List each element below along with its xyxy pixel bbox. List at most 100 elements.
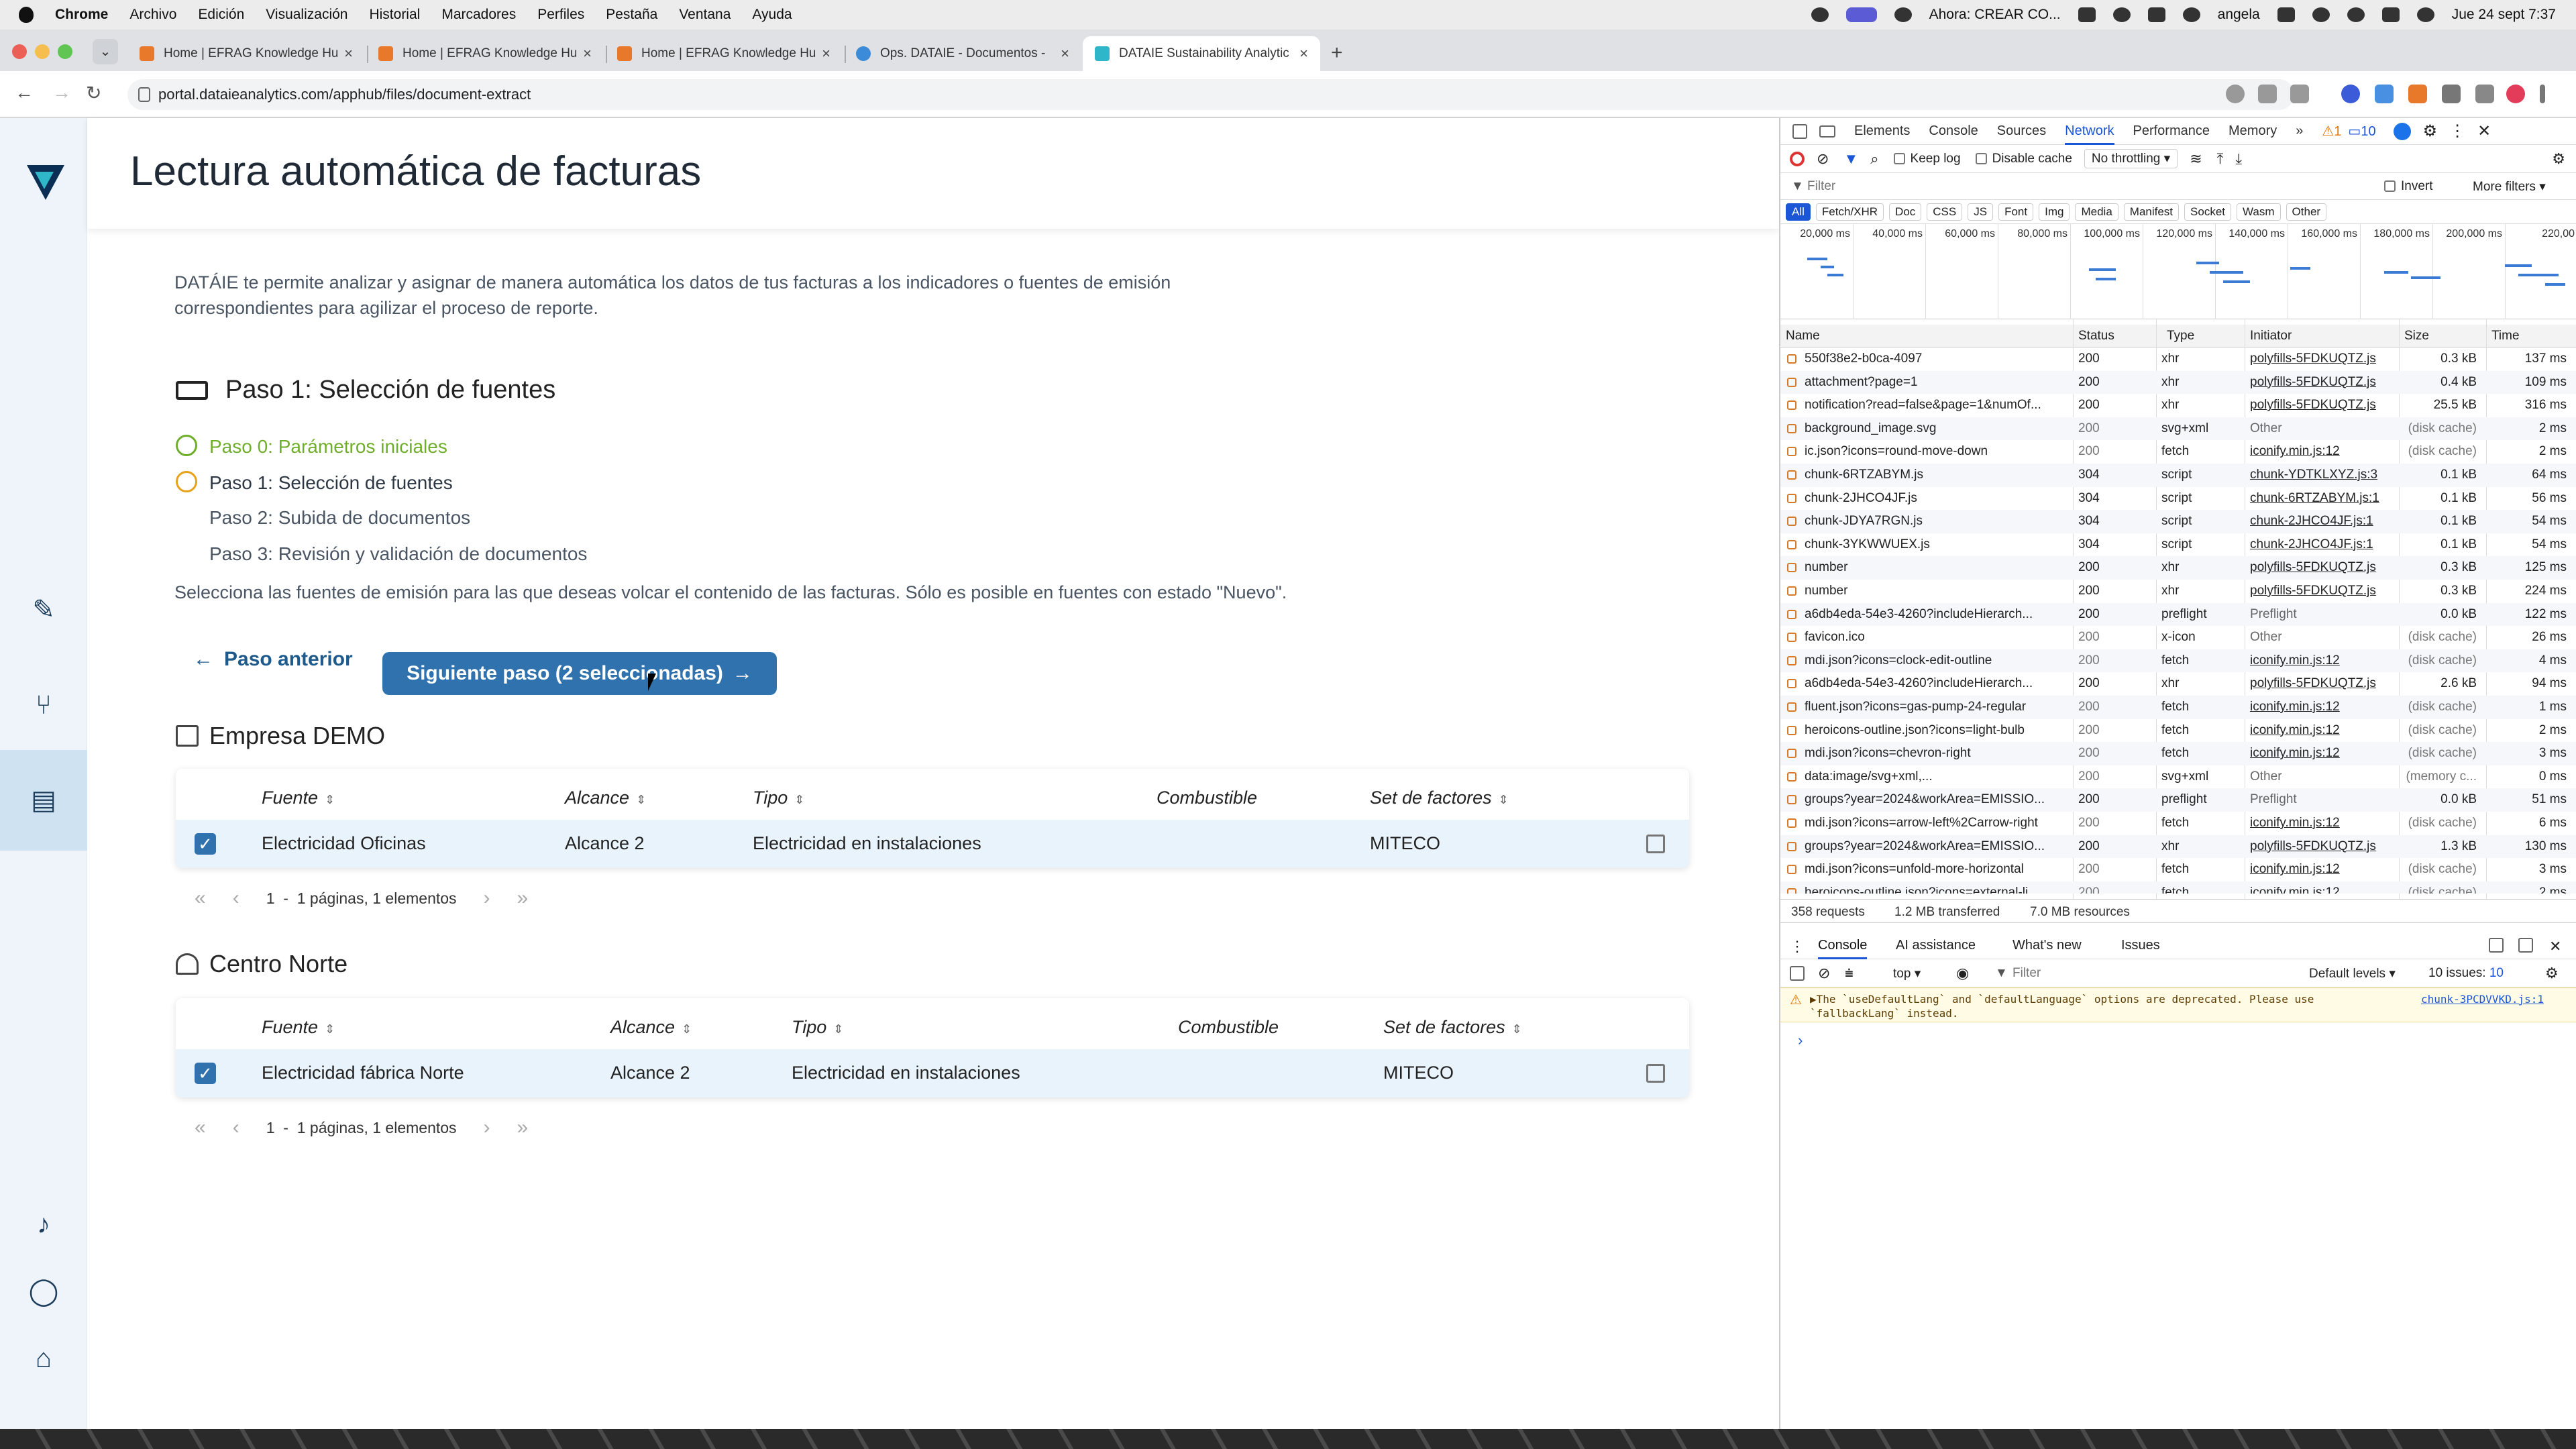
type-filter-js[interactable]: JS: [1968, 203, 1994, 221]
type-filter-doc[interactable]: Doc: [1889, 203, 1922, 221]
site-info-icon[interactable]: [138, 87, 150, 102]
request-initiator[interactable]: iconify.min.js:12: [2250, 444, 2391, 459]
bookmark-star-icon[interactable]: [2290, 85, 2309, 103]
control-center-icon[interactable]: [2347, 7, 2365, 22]
extension-icon[interactable]: [2341, 85, 2360, 103]
disable-cache-checkbox[interactable]: [1975, 152, 1987, 164]
new-tab-button[interactable]: +: [1331, 42, 1343, 64]
col-name[interactable]: Name: [1786, 329, 1820, 343]
unfold-more-icon[interactable]: ⇕: [636, 793, 646, 806]
screen-record-icon[interactable]: [1845, 7, 1877, 22]
network-settings-icon[interactable]: ⚙: [2552, 150, 2565, 168]
menu-archivo[interactable]: Archivo: [129, 7, 176, 23]
tab-memory[interactable]: Memory: [2229, 123, 2277, 139]
filter-funnel-icon[interactable]: ▼: [1843, 150, 1858, 168]
prev-page-icon[interactable]: ‹: [233, 887, 239, 910]
password-key-icon[interactable]: [2258, 85, 2277, 103]
app-tray-icon[interactable]: [2078, 7, 2096, 22]
address-bar[interactable]: portal.dataieanalytics.com/apphub/files/…: [127, 79, 2294, 110]
filter-context-icon[interactable]: ⩧: [1845, 965, 1854, 982]
warning-source-link[interactable]: chunk-3PCDVVKD.js:1: [2421, 992, 2544, 1006]
table-row[interactable]: ✓ Electricidad fábrica Norte Alcance 2 E…: [176, 1049, 1689, 1097]
unfold-more-icon[interactable]: ⇕: [794, 793, 804, 806]
col-status[interactable]: Status: [2078, 329, 2114, 343]
request-initiator[interactable]: chunk-YDTKLXYZ.js:3: [2250, 468, 2391, 482]
request-initiator[interactable]: polyfills-5FDKUQTZ.js: [2250, 676, 2391, 691]
network-request-row[interactable]: attachment?page=1 200 xhr polyfills-5FDKUQT…: [1780, 370, 2576, 394]
tab-close-icon[interactable]: ×: [1061, 45, 1069, 62]
network-request-row[interactable]: ic.json?icons=round-move-down 200 fetch ico…: [1780, 440, 2576, 464]
type-filter-media[interactable]: Media: [2075, 203, 2118, 221]
network-request-row[interactable]: a6db4eda-54e3-4260?includeHierarch... 200…: [1780, 672, 2576, 696]
request-initiator[interactable]: Preflight: [2250, 792, 2391, 807]
network-request-row[interactable]: number 200 xhr polyfills-5FDKUQTZ.js 0.3 kB 1…: [1780, 556, 2576, 580]
warning-count[interactable]: ⚠1: [2322, 123, 2341, 140]
profile-avatar-icon[interactable]: [2506, 85, 2525, 103]
device-toolbar-icon[interactable]: [1819, 125, 1835, 138]
col-initiator[interactable]: Initiator: [2250, 329, 2292, 343]
type-filter-wasm[interactable]: Wasm: [2237, 203, 2281, 221]
import-har-icon[interactable]: ⤒: [2217, 150, 2224, 168]
tab-close-icon[interactable]: ×: [344, 45, 353, 62]
forward-arrow-icon[interactable]: →: [52, 82, 71, 103]
undock-icon[interactable]: [2518, 938, 2533, 953]
console-prompt[interactable]: ›: [1798, 1032, 1803, 1049]
request-initiator[interactable]: polyfills-5FDKUQTZ.js: [2250, 839, 2391, 854]
request-initiator[interactable]: polyfills-5FDKUQTZ.js: [2250, 560, 2391, 575]
back-arrow-icon[interactable]: ←: [15, 82, 34, 103]
network-request-row[interactable]: number 200 xhr polyfills-5FDKUQTZ.js 0.3 kB 2…: [1780, 580, 2576, 603]
table-row[interactable]: ✓ Electricidad Oficinas Alcance 2 Electr…: [176, 820, 1689, 868]
clear-icon[interactable]: ⊘: [1817, 150, 1829, 168]
network-conditions-icon[interactable]: ≋: [2190, 150, 2202, 168]
browser-tab-active[interactable]: DATAIE Sustainability Analytic ×: [1083, 36, 1320, 71]
request-initiator[interactable]: iconify.min.js:12: [2250, 862, 2391, 877]
request-initiator[interactable]: chunk-6RTZABYM.js:1: [2250, 491, 2391, 506]
type-filter-other[interactable]: Other: [2286, 203, 2327, 221]
inspect-element-icon[interactable]: [1792, 123, 1807, 139]
export-har-icon[interactable]: ⤓: [2235, 150, 2242, 168]
network-request-row[interactable]: fluent.json?icons=gas-pump-24-regular 200…: [1780, 696, 2576, 719]
unfold-more-icon[interactable]: ⇕: [833, 1022, 843, 1036]
row-checkbox[interactable]: ✓: [195, 833, 216, 855]
network-icon[interactable]: ⑂: [27, 688, 60, 722]
col-type[interactable]: Type: [2167, 329, 2194, 343]
row-checkbox[interactable]: ✓: [195, 1063, 216, 1084]
network-request-row[interactable]: groups?year=2024&workArea=EMISSIO... 200 x…: [1780, 835, 2576, 859]
type-filter-all[interactable]: All: [1786, 203, 1811, 221]
more-tabs-icon[interactable]: »: [2296, 123, 2303, 139]
bell-icon[interactable]: ♪: [27, 1208, 60, 1241]
next-page-icon[interactable]: ›: [484, 1116, 490, 1139]
record-icon[interactable]: [1790, 151, 1805, 166]
menu-visualizacion[interactable]: Visualización: [266, 7, 347, 23]
menu-user-name[interactable]: angela: [2218, 7, 2260, 23]
unfold-more-icon[interactable]: ⇕: [325, 1022, 335, 1036]
network-request-row[interactable]: chunk-2JHCO4JF.js 304 script chunk-6RTZABYM…: [1780, 487, 2576, 511]
next-step-button[interactable]: Siguiente paso (2 seleccionadas) →: [382, 652, 777, 695]
live-expression-eye-icon[interactable]: ◉: [1956, 965, 1969, 982]
apple-icon[interactable]: [19, 7, 34, 23]
unfold-more-icon[interactable]: ⇕: [1512, 1022, 1522, 1036]
menu-perfiles[interactable]: Perfiles: [537, 7, 584, 23]
network-request-row[interactable]: favicon.ico 200 x-icon Other (disk cache) 26 …: [1780, 626, 2576, 649]
menu-ventana[interactable]: Ventana: [679, 7, 731, 23]
type-filter-font[interactable]: Font: [1998, 203, 2034, 221]
minimize-window-icon[interactable]: [35, 44, 50, 59]
network-request-row[interactable]: chunk-3YKWWUEX.js 304 script chunk-2JHCO4JF…: [1780, 533, 2576, 557]
menu-marcadores[interactable]: Marcadores: [441, 7, 516, 23]
network-request-row[interactable]: 550f38e2-b0ca-4097 200 xhr polyfills-5FDKUQ…: [1780, 347, 2576, 371]
document-edit-icon[interactable]: ✎: [27, 593, 60, 627]
menu-pestana[interactable]: Pestaña: [606, 7, 657, 23]
request-initiator[interactable]: polyfills-5FDKUQTZ.js: [2250, 375, 2391, 390]
clear-console-icon[interactable]: ⊘: [1818, 965, 1830, 982]
user-icon[interactable]: [2182, 7, 2200, 22]
network-request-row[interactable]: mdi.json?icons=clock-edit-outline 200 fetc…: [1780, 649, 2576, 673]
drawer-tab-whats-new[interactable]: What's new: [2012, 938, 2082, 953]
network-request-row[interactable]: mdi.json?icons=chevron-right 200 fetch icon…: [1780, 742, 2576, 765]
menu-ayuda[interactable]: Ayuda: [752, 7, 792, 23]
tab-close-icon[interactable]: ×: [1299, 45, 1308, 62]
siri-icon[interactable]: [2416, 7, 2434, 22]
sun-icon[interactable]: [1894, 7, 1912, 22]
drawer-tab-console[interactable]: Console: [1818, 938, 1868, 959]
sync-icon[interactable]: [2112, 7, 2131, 22]
col-size[interactable]: Size: [2404, 329, 2429, 343]
